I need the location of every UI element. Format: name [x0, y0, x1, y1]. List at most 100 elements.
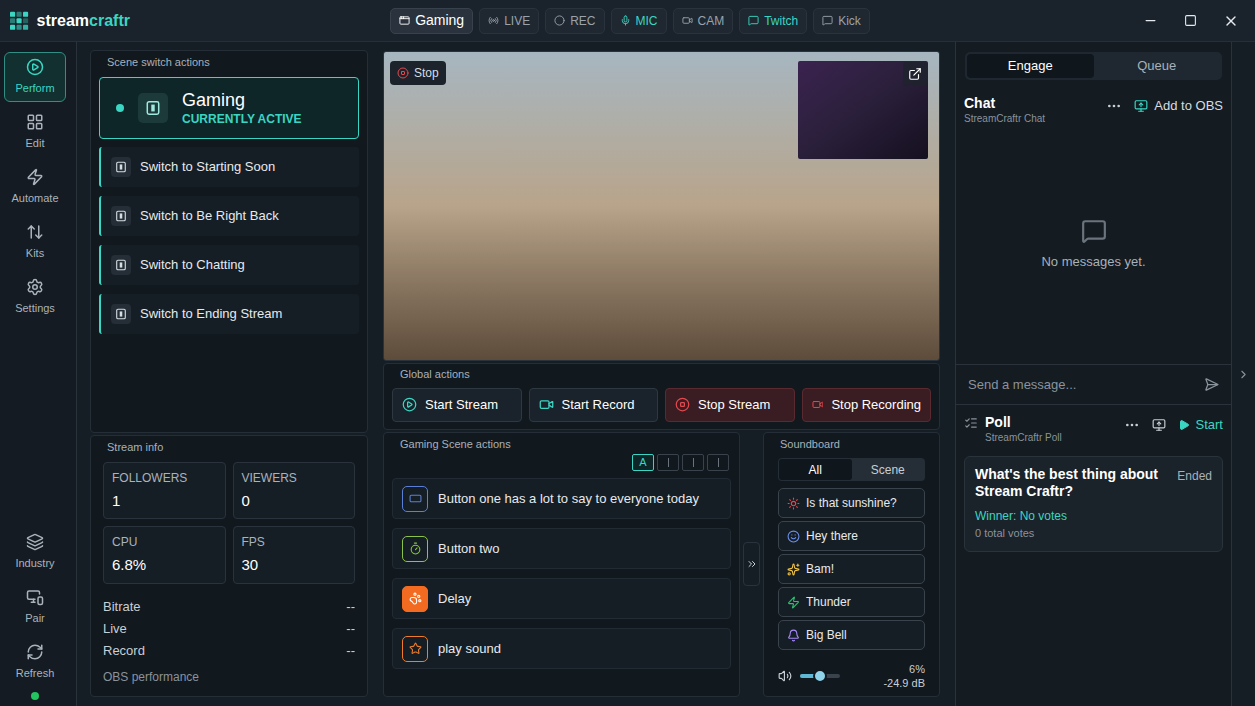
- expand-button[interactable]: [743, 542, 760, 586]
- scene-action-button[interactable]: Button two: [392, 528, 731, 569]
- chat-input[interactable]: [968, 375, 1196, 395]
- collapse-strip[interactable]: [1231, 42, 1255, 706]
- left-column: Scene switch actionsGamingCURRENTLY ACTI…: [90, 50, 368, 697]
- engage-tab[interactable]: Engage: [967, 54, 1094, 78]
- chat-icon: [748, 15, 759, 26]
- page-tab[interactable]: [707, 454, 729, 471]
- scene-switch-button[interactable]: Switch to Ending Stream: [99, 294, 359, 334]
- sound-button[interactable]: Hey there: [778, 521, 925, 551]
- status-pill[interactable]: MIC: [611, 8, 667, 34]
- status-pill[interactable]: Kick: [813, 8, 870, 34]
- maximize-button[interactable]: [1170, 6, 1210, 36]
- stop-badge[interactable]: Stop: [390, 61, 446, 85]
- sidebar-item[interactable]: Edit: [4, 107, 66, 157]
- engage-tab[interactable]: Queue: [1094, 54, 1221, 78]
- status-pill[interactable]: Gaming: [390, 8, 473, 34]
- sidebar-item[interactable]: Settings: [4, 272, 66, 322]
- global-actions-panel: Global actionsStart StreamStart RecordSt…: [383, 363, 940, 430]
- page-marker-icon: [668, 458, 669, 467]
- volume-slider[interactable]: [800, 674, 840, 678]
- scene-switch-button[interactable]: Switch to Chatting: [99, 245, 359, 285]
- soundboard-tab[interactable]: All: [779, 459, 852, 480]
- status-pill[interactable]: LIVE: [479, 8, 539, 34]
- window-controls: [1130, 6, 1255, 36]
- sidebar: PerformEditAutomateKitsSettings IndustryP…: [0, 42, 77, 706]
- paw-icon: [409, 592, 422, 605]
- gear-icon: [26, 278, 44, 296]
- scene-icon: [145, 100, 161, 116]
- chat-icon: [822, 15, 833, 26]
- sound-button[interactable]: Big Bell: [778, 620, 925, 650]
- devices-icon: [26, 588, 44, 606]
- chevrons-right-icon: [746, 558, 758, 570]
- scene-switch-button[interactable]: Switch to Be Right Back: [99, 196, 359, 236]
- poll-section: PollStreamCraftr PollStartWhat's the bes…: [956, 405, 1231, 706]
- logo-icon: [10, 11, 29, 31]
- sidebar-item[interactable]: Kits: [4, 217, 66, 267]
- stat-card: FOLLOWERS1: [103, 462, 226, 520]
- scene-switch-button[interactable]: Switch to Starting Soon: [99, 147, 359, 187]
- rectangle-icon: [409, 492, 422, 505]
- monitor-plus-icon: [1134, 99, 1148, 113]
- close-button[interactable]: [1211, 6, 1251, 36]
- scene-icon-box: [138, 93, 168, 123]
- poll-card: What's the best thing about Stream Craft…: [964, 456, 1223, 552]
- status-pill[interactable]: CAM: [673, 8, 734, 34]
- sidebar-item[interactable]: Refresh: [4, 637, 66, 687]
- obs-performance[interactable]: OBS performance: [103, 668, 355, 686]
- global-action-button[interactable]: Start Record: [529, 388, 659, 422]
- more-icon[interactable]: [1106, 98, 1122, 114]
- sound-button[interactable]: Thunder: [778, 587, 925, 617]
- sidebar-item[interactable]: Automate: [4, 162, 66, 212]
- info-row: Bitrate--: [103, 596, 355, 618]
- connection-dot: [31, 692, 39, 700]
- close-icon: [1223, 13, 1239, 29]
- global-action-button[interactable]: Start Stream: [392, 388, 522, 422]
- refresh-icon: [26, 643, 44, 661]
- volume-row: 6%-24.9 dB: [772, 662, 931, 690]
- page-tab[interactable]: [682, 454, 704, 471]
- scene-action-button[interactable]: play sound: [392, 628, 731, 669]
- popout-button[interactable]: [903, 62, 927, 86]
- sidebar-item[interactable]: Industry: [4, 527, 66, 577]
- sidebar-item[interactable]: Perform: [4, 52, 66, 102]
- add-to-obs-button[interactable]: Add to OBS: [1134, 96, 1223, 116]
- scene-icon: [399, 15, 410, 26]
- minimize-button[interactable]: [1130, 6, 1170, 36]
- volume-thumb[interactable]: [813, 669, 827, 683]
- stat-card: VIEWERS0: [233, 462, 356, 520]
- soundboard-tab[interactable]: Scene: [852, 459, 925, 480]
- layers-icon: [26, 533, 44, 551]
- stream-info-panel: Stream infoFOLLOWERS1VIEWERS0CPU6.8%FPS3…: [90, 435, 368, 697]
- scene-action-button[interactable]: Delay: [392, 578, 731, 619]
- bolt-icon: [26, 168, 44, 186]
- status-pills: GamingLIVEREC MICCAMTwitchKick: [130, 8, 1130, 34]
- panel-title: Gaming Scene actions: [392, 436, 731, 453]
- sound-button[interactable]: Is that sunshine?: [778, 488, 925, 518]
- status-pill[interactable]: Twitch: [739, 8, 807, 34]
- scene-actions-panel: Gaming Scene actionsA Button one has a lo…: [383, 432, 740, 698]
- more-icon[interactable]: [1124, 417, 1140, 433]
- soundboard-panel: SoundboardAllSceneIs that sunshine?Hey t…: [763, 432, 940, 698]
- page-tab[interactable]: [657, 454, 679, 471]
- volume-icon: [778, 669, 792, 683]
- active-scene-name: Gaming: [182, 89, 302, 111]
- global-action-button[interactable]: Stop Stream: [665, 388, 795, 422]
- global-action-button[interactable]: Stop Recording: [802, 388, 932, 422]
- poll-start-button[interactable]: Start: [1178, 415, 1223, 435]
- page-tab[interactable]: A: [632, 454, 654, 471]
- page-tabs: A: [392, 454, 731, 471]
- sound-button[interactable]: Bam!: [778, 554, 925, 584]
- status-pill[interactable]: REC: [545, 8, 604, 34]
- top-bar: streamcraftrGamingLIVERECMICCAMTwitchKic…: [0, 0, 1255, 42]
- sidebar-item[interactable]: Pair: [4, 582, 66, 632]
- scene-action-button[interactable]: Button one has a lot to say to everyone …: [392, 478, 731, 519]
- send-icon[interactable]: [1204, 377, 1219, 392]
- monitor-plus-icon[interactable]: [1152, 418, 1166, 432]
- volume-percent: 6%: [909, 662, 925, 676]
- play-icon: [26, 58, 44, 76]
- active-scene-status: CURRENTLY ACTIVE: [182, 111, 302, 127]
- active-scene[interactable]: GamingCURRENTLY ACTIVE: [99, 77, 359, 139]
- body: PerformEditAutomateKitsSettingsIndustryP…: [0, 42, 1255, 706]
- main-area: Scene switch actionsGamingCURRENTLY ACTI…: [77, 42, 955, 706]
